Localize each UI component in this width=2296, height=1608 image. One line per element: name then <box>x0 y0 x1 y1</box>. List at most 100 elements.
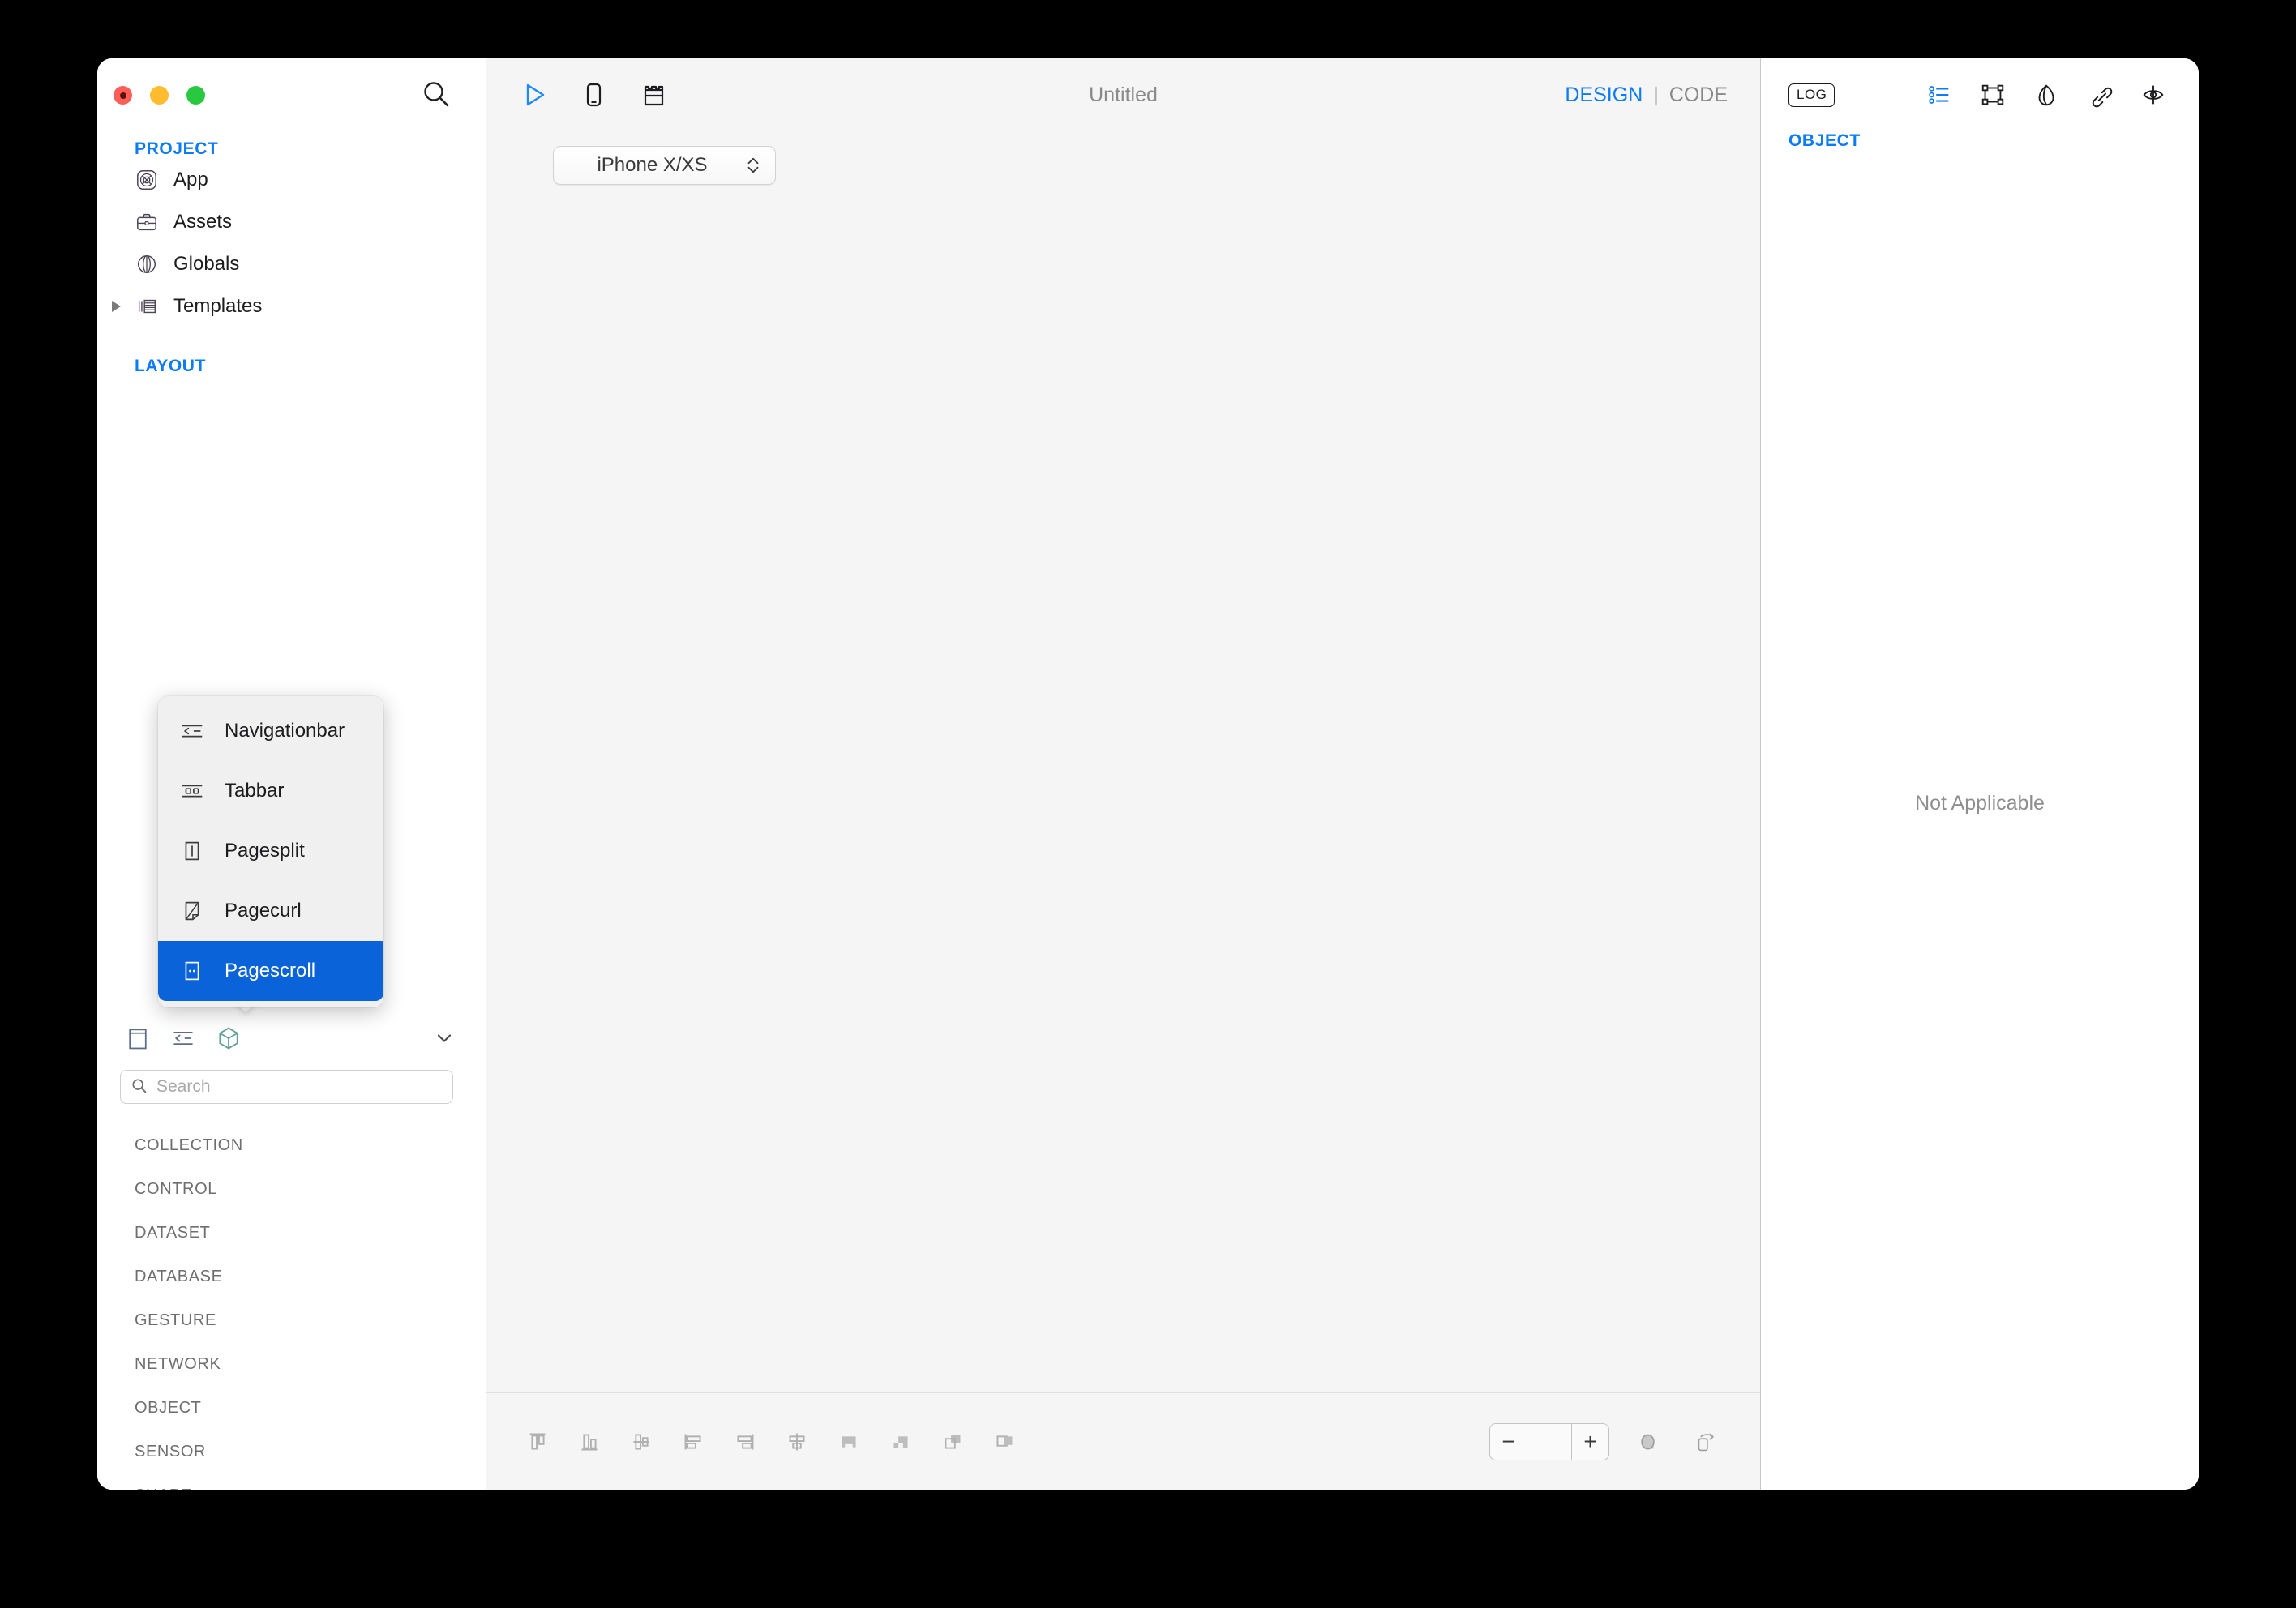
minimize-window-button[interactable] <box>150 86 169 105</box>
library-search-field[interactable] <box>120 1070 453 1104</box>
close-window-button[interactable] <box>114 86 132 105</box>
zoom-out-button[interactable]: − <box>1490 1423 1527 1460</box>
zoom-controls: − + <box>1489 1422 1723 1460</box>
distribute-horizontal-icon[interactable] <box>830 1423 867 1460</box>
distribute-vertical-icon[interactable] <box>882 1423 919 1460</box>
tabbar-icon <box>176 775 208 807</box>
sidebar-item-templates[interactable]: Templates <box>97 285 486 327</box>
inspector-icon-group <box>1923 79 2170 111</box>
library-category[interactable]: DATABASE <box>97 1255 486 1298</box>
briefcase-icon <box>135 210 159 234</box>
menu-item-label: Pagesplit <box>225 840 305 862</box>
zoom-stepper[interactable]: − + <box>1489 1422 1609 1460</box>
bounds-icon[interactable] <box>1977 79 2009 111</box>
bring-forward-icon[interactable] <box>934 1423 971 1460</box>
log-button[interactable]: LOG <box>1788 83 1836 107</box>
zoom-window-button[interactable] <box>186 86 205 105</box>
library-panel: COLLECTION CONTROL DATASET DATABASE GEST… <box>97 1011 486 1490</box>
page-icon[interactable] <box>120 1020 156 1056</box>
canvas-panel: Untitled DESIGN | CODE iPhone X/XS − + <box>486 58 1761 1490</box>
library-category[interactable]: OBJECT <box>97 1386 486 1430</box>
menu-item-label: Tabbar <box>225 780 285 802</box>
left-sidebar: PROJECT App Assets Globals Templates LAY… <box>97 58 486 1490</box>
menu-item-label: Navigationbar <box>225 720 345 742</box>
style-icon[interactable] <box>2030 79 2063 111</box>
fit-icon[interactable] <box>1630 1424 1666 1460</box>
menu-item-pagescroll[interactable]: Pagescroll <box>158 941 383 1001</box>
inspector-empty-state: Not Applicable <box>1915 792 2045 815</box>
library-category[interactable]: NETWORK <box>97 1342 486 1386</box>
title-bar <box>97 58 486 131</box>
mode-separator: | <box>1653 83 1659 106</box>
globe-icon <box>135 252 159 276</box>
tab-design[interactable]: DESIGN <box>1565 83 1643 107</box>
canvas-toolbar: Untitled DESIGN | CODE <box>486 58 1760 131</box>
design-code-toggle: DESIGN | CODE <box>1565 83 1728 107</box>
chevron-down-icon[interactable] <box>430 1024 458 1052</box>
tab-code[interactable]: CODE <box>1669 83 1728 107</box>
align-top-icon[interactable] <box>519 1423 556 1460</box>
inspector-toolbar: LOG <box>1761 58 2199 131</box>
library-category-list: COLLECTION CONTROL DATASET DATABASE GEST… <box>97 1123 486 1490</box>
align-left-icon[interactable] <box>675 1423 712 1460</box>
cube-icon[interactable] <box>211 1020 246 1056</box>
navigationbar-icon <box>176 715 208 747</box>
sidebar-item-label: Globals <box>173 253 240 275</box>
library-category[interactable]: SHAPE <box>97 1473 486 1490</box>
pagescroll-icon <box>176 955 208 987</box>
sidebar-item-app[interactable]: App <box>97 159 486 201</box>
library-category[interactable]: DATASET <box>97 1211 486 1255</box>
pagecurl-icon <box>176 895 208 927</box>
align-horizontal-center-icon[interactable] <box>778 1423 816 1460</box>
align-vertical-center-icon[interactable] <box>623 1423 660 1460</box>
pagesplit-icon <box>176 835 208 867</box>
components-icon[interactable] <box>636 77 671 113</box>
sidebar-item-globals[interactable]: Globals <box>97 243 486 285</box>
disclosure-triangle-icon[interactable] <box>112 301 121 312</box>
component-type-context-menu: Navigationbar Tabbar Pagesplit Pagecurl … <box>158 696 383 1007</box>
sidebar-item-label: App <box>173 169 208 190</box>
zoom-value[interactable] <box>1527 1424 1571 1460</box>
list-properties-icon[interactable] <box>1923 79 1955 111</box>
send-backward-icon[interactable] <box>986 1423 1023 1460</box>
library-category[interactable]: COLLECTION <box>97 1123 486 1167</box>
menu-item-label: Pagecurl <box>225 900 302 922</box>
device-selector[interactable]: iPhone X/XS <box>553 146 776 185</box>
canvas-bottom-toolbar: − + <box>486 1392 1760 1490</box>
search-icon[interactable] <box>421 79 452 110</box>
up-down-arrows-icon <box>739 152 767 178</box>
sidebar-item-assets[interactable]: Assets <box>97 201 486 243</box>
library-category[interactable]: SENSOR <box>97 1430 486 1473</box>
navigationbar-icon[interactable] <box>165 1020 201 1056</box>
zoom-in-button[interactable]: + <box>1571 1423 1608 1460</box>
traffic-lights <box>114 86 205 105</box>
canvas-area[interactable]: iPhone X/XS <box>486 131 1760 1392</box>
rotate-device-icon[interactable] <box>1687 1424 1723 1460</box>
menu-item-label: Pagescroll <box>225 960 316 981</box>
sidebar-section-project: PROJECT <box>135 139 219 158</box>
device-preview-icon[interactable] <box>576 77 611 113</box>
search-input[interactable] <box>156 1077 443 1097</box>
library-category[interactable]: CONTROL <box>97 1167 486 1211</box>
app-icon <box>135 168 159 192</box>
app-window: PROJECT App Assets Globals Templates LAY… <box>97 58 2199 1490</box>
align-bottom-icon[interactable] <box>571 1423 608 1460</box>
alignment-tools <box>519 1423 1023 1460</box>
link-icon[interactable] <box>2084 79 2116 111</box>
sidebar-item-label: Templates <box>173 295 263 317</box>
menu-item-navigationbar[interactable]: Navigationbar <box>158 701 383 761</box>
canvas-toolbar-icons <box>516 77 671 113</box>
library-tab-bar <box>97 1011 486 1065</box>
visibility-icon[interactable] <box>2137 79 2170 111</box>
menu-item-pagecurl[interactable]: Pagecurl <box>158 881 383 941</box>
sidebar-item-label: Assets <box>173 211 233 233</box>
search-icon <box>131 1077 150 1097</box>
device-selector-value: iPhone X/XS <box>597 154 708 176</box>
align-right-icon[interactable] <box>726 1423 764 1460</box>
templates-icon <box>135 294 159 319</box>
menu-item-pagesplit[interactable]: Pagesplit <box>158 821 383 881</box>
library-category[interactable]: GESTURE <box>97 1298 486 1342</box>
run-icon[interactable] <box>516 77 551 113</box>
inspector-panel: LOG OBJECT Not Applicable <box>1761 58 2199 1490</box>
menu-item-tabbar[interactable]: Tabbar <box>158 761 383 821</box>
